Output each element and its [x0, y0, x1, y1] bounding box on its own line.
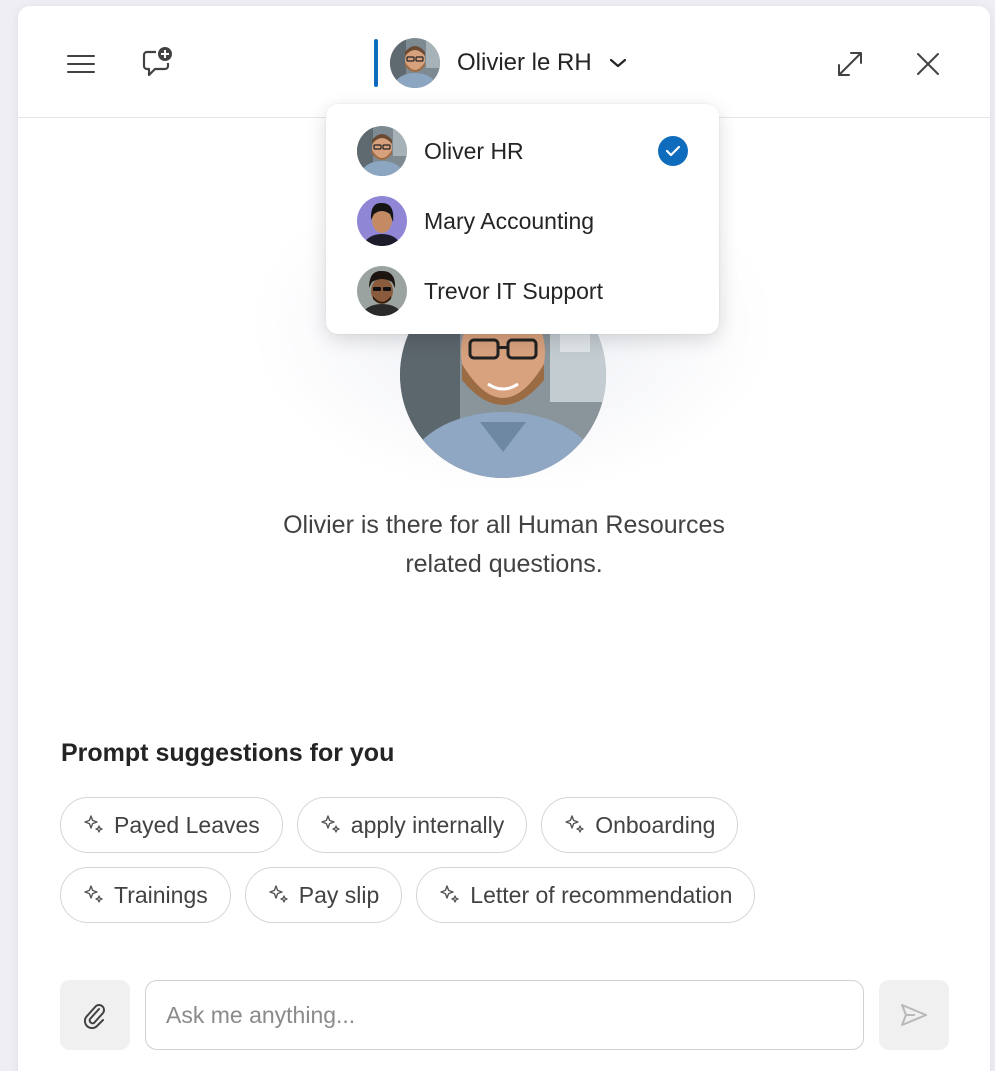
hamburger-menu-icon [67, 55, 95, 73]
suggestion-chip-trainings[interactable]: Trainings [60, 867, 231, 923]
persona-avatar [390, 38, 440, 88]
sparkle-icon [564, 814, 586, 836]
persona-option-label: Trevor IT Support [424, 277, 603, 304]
attach-button[interactable] [60, 980, 130, 1050]
send-button[interactable] [879, 980, 949, 1050]
chip-label: Payed Leaves [114, 811, 260, 838]
send-icon [901, 1004, 927, 1026]
sparkle-icon [83, 814, 105, 836]
chevron-down-icon [608, 56, 628, 70]
chat-input[interactable] [145, 980, 864, 1050]
persona-option-mary-accounting[interactable]: Mary Accounting [326, 190, 719, 252]
suggestion-chip-apply-internally[interactable]: apply internally [296, 797, 528, 853]
persona-option-oliver-hr[interactable]: Oliver HR [326, 120, 719, 182]
suggestion-chips: Payed Leaves apply internally Onboarding… [60, 797, 960, 937]
suggestion-chip-payed-leaves[interactable]: Payed Leaves [60, 797, 283, 853]
chip-label: apply internally [350, 811, 505, 838]
menu-button[interactable] [59, 42, 103, 86]
expand-icon [838, 52, 862, 76]
new-chat-icon [142, 47, 172, 77]
persona-dropdown: Oliver HR Mary Accounting Trevor IT Supp… [326, 104, 719, 334]
persona-switcher[interactable]: Olivier le RH [374, 37, 628, 89]
chip-label: Onboarding [595, 811, 716, 838]
suggestion-chip-onboarding[interactable]: Onboarding [541, 797, 739, 853]
expand-button[interactable] [828, 42, 872, 86]
checkmark-icon [658, 136, 688, 166]
sparkle-icon [439, 884, 461, 906]
persona-option-trevor-it-support[interactable]: Trevor IT Support [326, 260, 719, 322]
persona-option-label: Mary Accounting [424, 207, 595, 234]
chip-label: Trainings [114, 881, 208, 908]
persona-option-label: Oliver HR [424, 137, 524, 164]
chip-label: Pay slip [298, 881, 380, 908]
chip-row: Payed Leaves apply internally Onboarding [60, 797, 960, 853]
paperclip-icon [83, 1004, 105, 1029]
avatar [357, 126, 407, 176]
sparkle-icon [268, 884, 290, 906]
accent-bar [374, 39, 378, 87]
suggestion-chip-pay-slip[interactable]: Pay slip [244, 867, 403, 923]
header: Olivier le RH [18, 6, 990, 118]
suggestion-chip-letter-of-recommendation[interactable]: Letter of recommendation [416, 867, 756, 923]
new-chat-button[interactable] [136, 40, 180, 84]
chip-row: Trainings Pay slip Letter of recommendat… [60, 867, 960, 923]
suggestions-title: Prompt suggestions for you [61, 739, 395, 767]
close-icon [917, 53, 939, 75]
sparkle-icon [83, 884, 105, 906]
chat-panel: Olivier le RH Olivier is there for all H… [18, 6, 990, 1071]
avatar [357, 266, 407, 316]
chip-label: Letter of recommendation [470, 881, 733, 908]
avatar [357, 196, 407, 246]
sparkle-icon [320, 814, 342, 836]
close-button[interactable] [906, 42, 950, 86]
current-persona-name: Olivier le RH [457, 49, 592, 76]
persona-description: Olivier is there for all Human Resources… [283, 511, 725, 578]
